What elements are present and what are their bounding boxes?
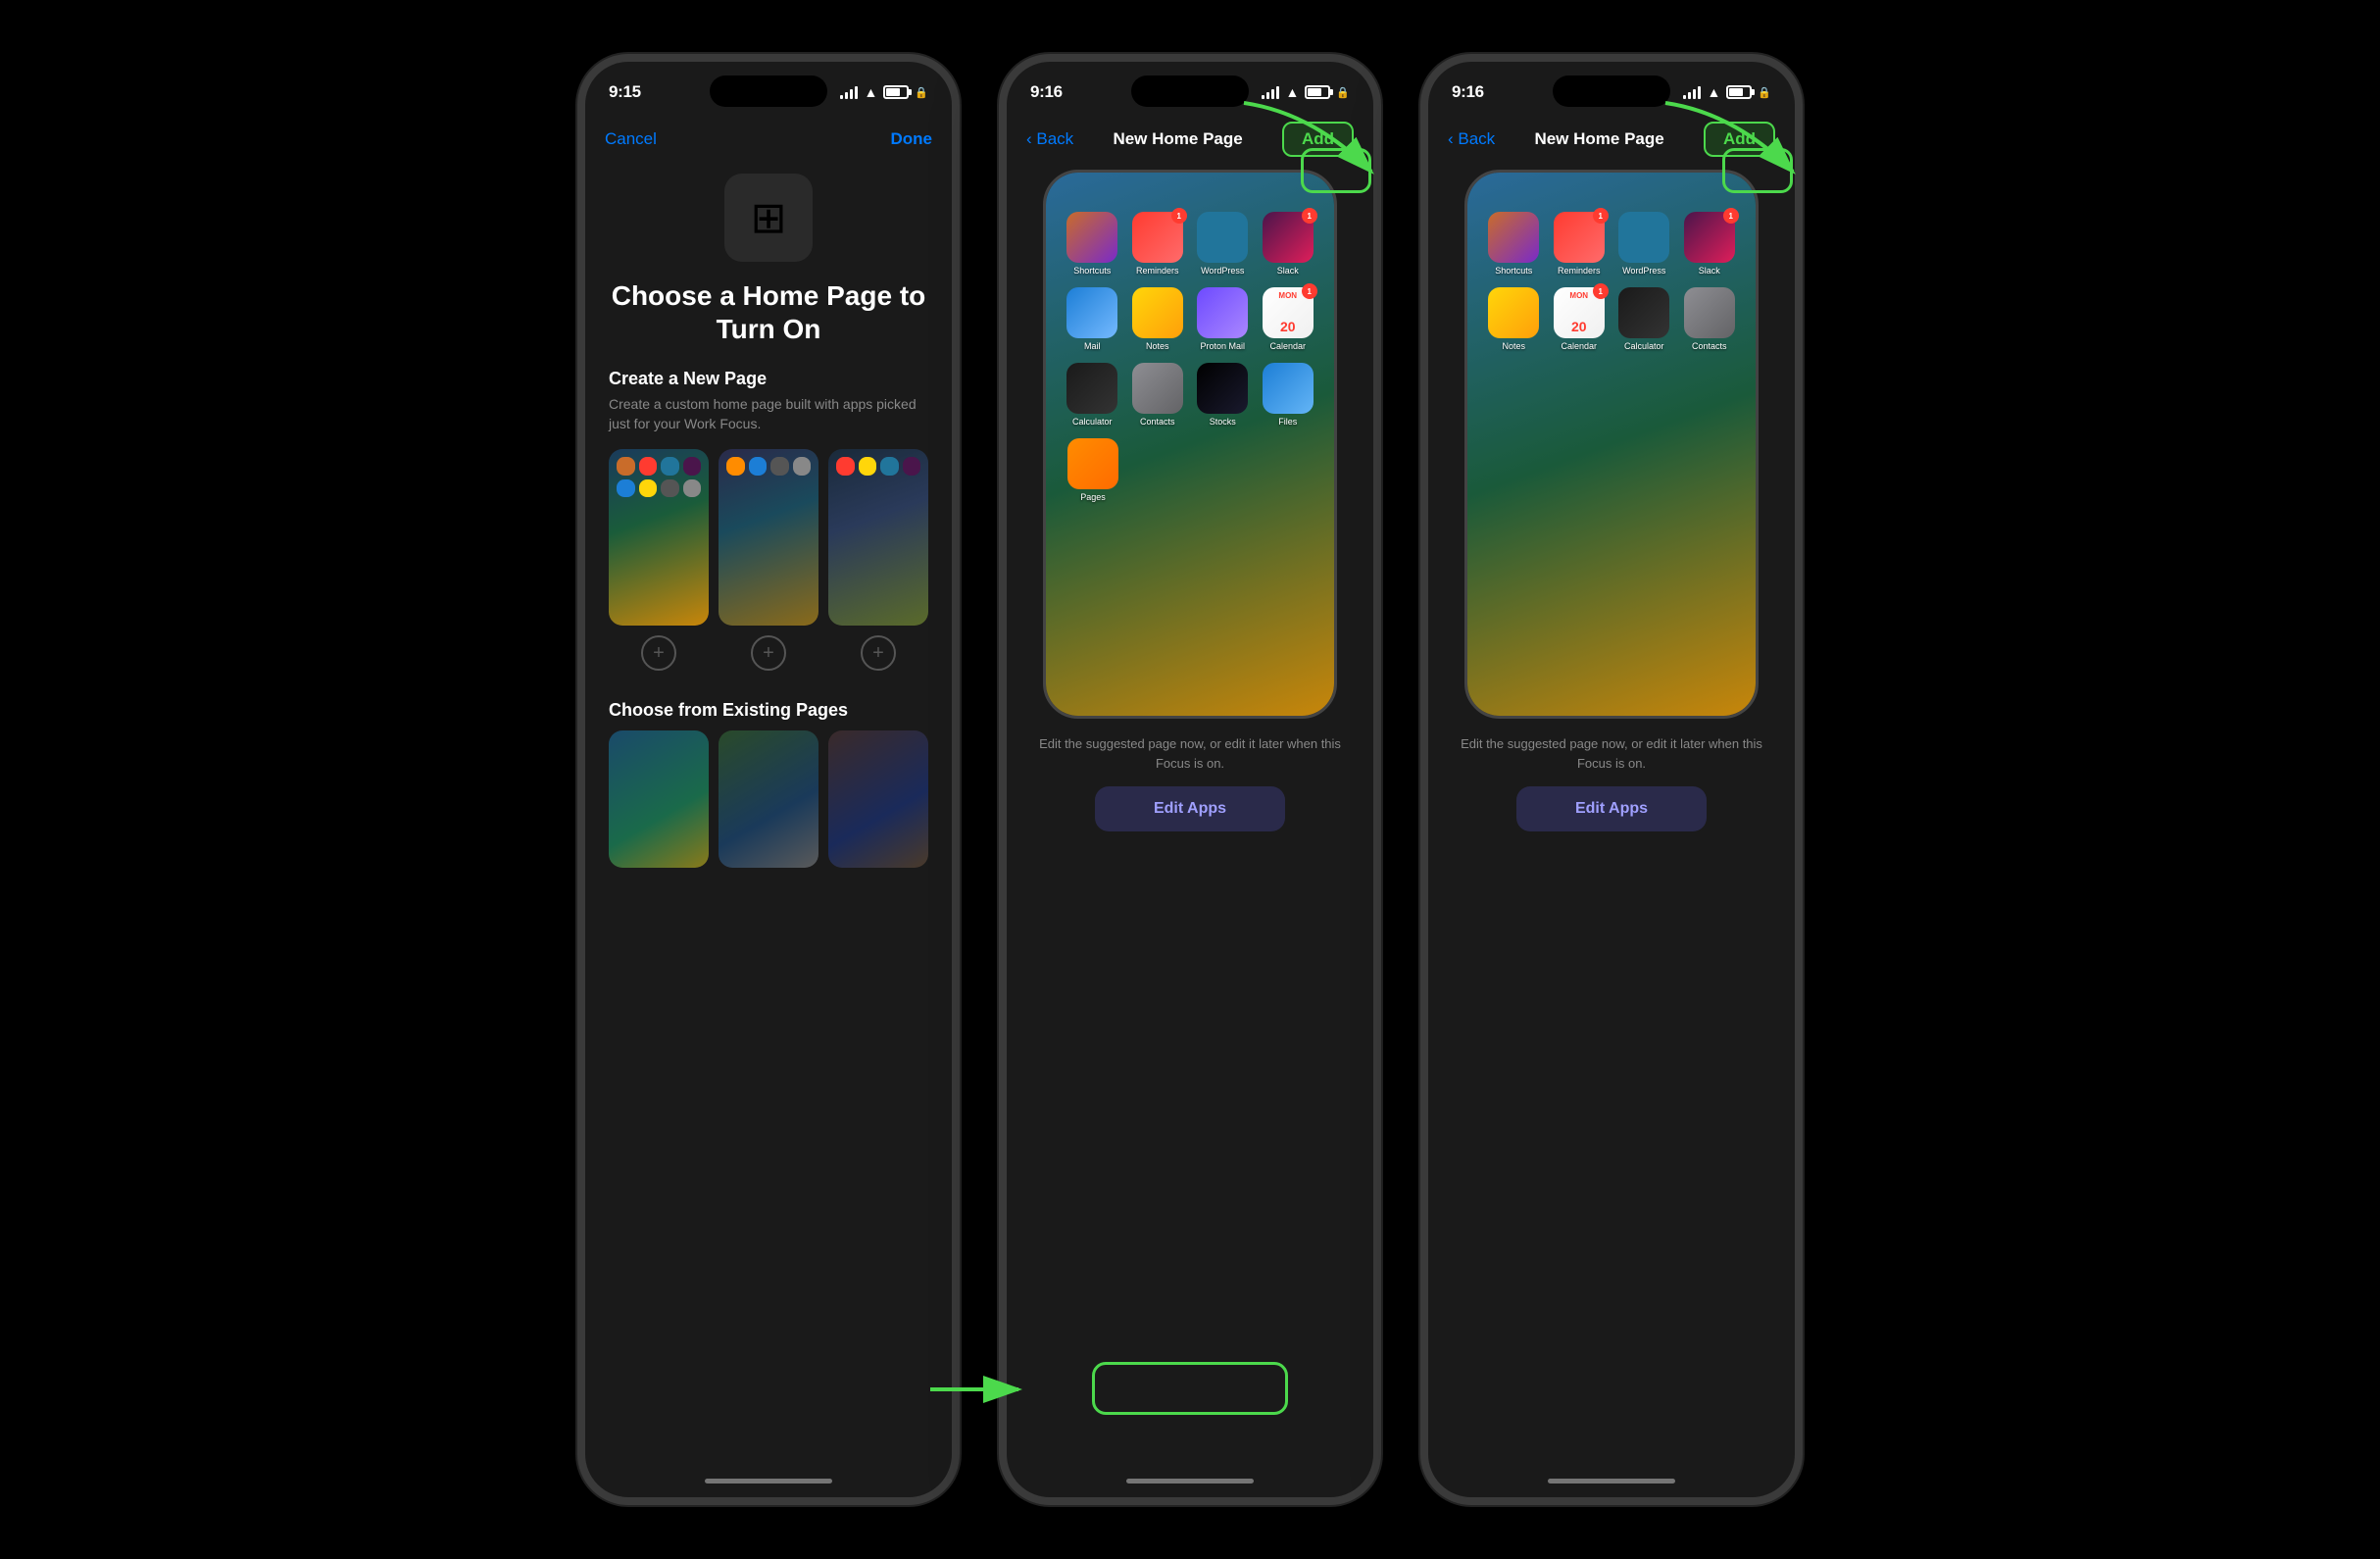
nav-title-2: New Home Page bbox=[1113, 129, 1242, 149]
shortcuts-icon bbox=[1066, 212, 1117, 263]
battery-icon-2 bbox=[1305, 85, 1330, 99]
lock-icon-3: 🔒 bbox=[1758, 86, 1771, 99]
screen2-content: Shortcuts 1Reminders WordPress 1Slack Ma… bbox=[1007, 164, 1373, 1464]
notes-icon bbox=[1132, 287, 1183, 338]
signal-icon-3 bbox=[1683, 85, 1701, 99]
phone3: 9:16 ▲ 🔒 ‹ Back New Home Page Add bbox=[1420, 54, 1803, 1505]
nav-bar-3: ‹ Back New Home Page Add bbox=[1428, 115, 1795, 164]
nav-title-3: New Home Page bbox=[1534, 129, 1663, 149]
home-bar-1 bbox=[705, 1479, 832, 1484]
home-indicator-3 bbox=[1428, 1464, 1795, 1497]
edit-apps-button-2[interactable]: Edit Apps bbox=[1095, 786, 1285, 831]
status-icons-1: ▲ 🔒 bbox=[840, 84, 928, 100]
preview-apps-3: Shortcuts 1Reminders WordPress 1Slack No… bbox=[1487, 212, 1736, 363]
status-icons-3: ▲ 🔒 bbox=[1683, 84, 1771, 100]
dynamic-island-3 bbox=[1553, 75, 1670, 107]
wifi-icon-3: ▲ bbox=[1707, 84, 1720, 100]
home-indicator-1 bbox=[585, 1464, 952, 1497]
add-circle-1[interactable]: + bbox=[641, 635, 676, 671]
time-1: 9:15 bbox=[609, 82, 641, 102]
lock-icon-2: 🔒 bbox=[1336, 86, 1350, 99]
battery-icon-3 bbox=[1726, 85, 1752, 99]
lock-icon-1: 🔒 bbox=[915, 86, 928, 99]
calendar-icon-3: 1 20 MON bbox=[1554, 287, 1605, 338]
preview-apps-2: Shortcuts 1Reminders WordPress 1Slack Ma… bbox=[1066, 212, 1314, 514]
bottom-text-3: Edit the suggested page now, or edit it … bbox=[1444, 734, 1779, 773]
mail-icon bbox=[1066, 287, 1117, 338]
choose-title: Choose a Home Page to Turn On bbox=[609, 279, 928, 345]
time-3: 9:16 bbox=[1452, 82, 1484, 102]
files-icon bbox=[1263, 363, 1314, 414]
create-section-desc: Create a custom home page built with app… bbox=[609, 395, 928, 433]
done-button[interactable]: Done bbox=[891, 129, 933, 149]
pages-icon bbox=[1067, 438, 1118, 489]
contacts-icon-3 bbox=[1684, 287, 1735, 338]
add-button-2[interactable]: Add bbox=[1282, 122, 1354, 157]
home-bar-3 bbox=[1548, 1479, 1675, 1484]
signal-icon-2 bbox=[1262, 85, 1279, 99]
calculator-icon-3 bbox=[1618, 287, 1669, 338]
dynamic-island-1 bbox=[710, 75, 827, 107]
protonmail-icon bbox=[1197, 287, 1248, 338]
calculator-icon bbox=[1066, 363, 1117, 414]
stocks-icon bbox=[1197, 363, 1248, 414]
cancel-button[interactable]: Cancel bbox=[605, 129, 657, 149]
screen1-content: ⊞ Choose a Home Page to Turn On Create a… bbox=[585, 164, 952, 1464]
wordpress-icon bbox=[1197, 212, 1248, 263]
screen3-content: Shortcuts 1Reminders WordPress 1Slack No… bbox=[1428, 164, 1795, 1464]
reminders-icon: 1 bbox=[1132, 212, 1183, 263]
thumb-3[interactable] bbox=[828, 449, 928, 626]
create-section-title: Create a New Page bbox=[609, 369, 928, 389]
home-icon-container: ⊞ bbox=[609, 174, 928, 262]
signal-icon-1 bbox=[840, 85, 858, 99]
back-button-3[interactable]: ‹ Back bbox=[1448, 129, 1495, 149]
phone-preview-3: Shortcuts 1Reminders WordPress 1Slack No… bbox=[1464, 170, 1759, 719]
phone2-wrapper: 9:16 ▲ 🔒 ‹ Back New Home Page Add bbox=[999, 54, 1381, 1505]
exist-thumb-2[interactable] bbox=[719, 730, 818, 868]
add-circle-2[interactable]: + bbox=[751, 635, 786, 671]
phone2: 9:16 ▲ 🔒 ‹ Back New Home Page Add bbox=[999, 54, 1381, 1505]
add-circle-3[interactable]: + bbox=[861, 635, 896, 671]
thumb-2[interactable] bbox=[719, 449, 818, 626]
add-button-3[interactable]: Add bbox=[1704, 122, 1775, 157]
dynamic-island-2 bbox=[1131, 75, 1249, 107]
phone1: 9:15 ▲ 🔒 Cancel Done bbox=[577, 54, 960, 1505]
home-indicator-2 bbox=[1007, 1464, 1373, 1497]
choose-existing-title: Choose from Existing Pages bbox=[609, 700, 928, 721]
slack-icon: 1 bbox=[1263, 212, 1314, 263]
wifi-icon-2: ▲ bbox=[1285, 84, 1299, 100]
status-icons-2: ▲ 🔒 bbox=[1262, 84, 1350, 100]
battery-icon-1 bbox=[883, 85, 909, 99]
reminders-icon-3: 1 bbox=[1554, 212, 1605, 263]
shortcuts-icon-3 bbox=[1488, 212, 1539, 263]
nav-bar-2: ‹ Back New Home Page Add bbox=[1007, 115, 1373, 164]
time-2: 9:16 bbox=[1030, 82, 1063, 102]
slack-icon-3: 1 bbox=[1684, 212, 1735, 263]
wifi-icon-1: ▲ bbox=[864, 84, 877, 100]
thumb-1[interactable] bbox=[609, 449, 709, 626]
back-button-2[interactable]: ‹ Back bbox=[1026, 129, 1073, 149]
contacts-icon bbox=[1132, 363, 1183, 414]
add-circles-row: + + + bbox=[609, 635, 928, 671]
calendar-icon: 1 20 MON bbox=[1263, 287, 1314, 338]
new-page-thumbnails bbox=[609, 449, 928, 626]
existing-thumbnails bbox=[609, 730, 928, 868]
wordpress-icon-3 bbox=[1618, 212, 1669, 263]
exist-thumb-1[interactable] bbox=[609, 730, 709, 868]
nav-bar-1: Cancel Done bbox=[585, 115, 952, 164]
home-page-icon: ⊞ bbox=[724, 174, 813, 262]
bottom-text-2: Edit the suggested page now, or edit it … bbox=[1022, 734, 1358, 773]
phone3-wrapper: 9:16 ▲ 🔒 ‹ Back New Home Page Add bbox=[1420, 54, 1803, 1505]
notes-icon-3 bbox=[1488, 287, 1539, 338]
phone-preview-2: Shortcuts 1Reminders WordPress 1Slack Ma… bbox=[1043, 170, 1337, 719]
phones-wrapper: 9:15 ▲ 🔒 Cancel Done bbox=[548, 0, 1832, 1559]
edit-apps-button-3[interactable]: Edit Apps bbox=[1516, 786, 1707, 831]
exist-thumb-3[interactable] bbox=[828, 730, 928, 868]
phone1-wrapper: 9:15 ▲ 🔒 Cancel Done bbox=[577, 54, 960, 1505]
home-bar-2 bbox=[1126, 1479, 1254, 1484]
